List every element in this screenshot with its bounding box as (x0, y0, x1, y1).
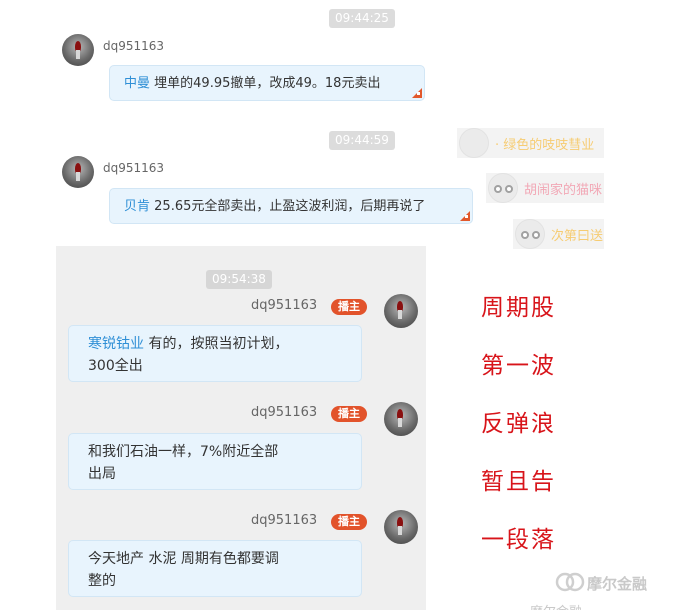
watermark-logo (555, 572, 585, 596)
side-user-name: 胡闹家的猫咪 (524, 183, 603, 198)
watermark-text: 摩尔金融 (587, 575, 648, 593)
side-user-item[interactable]: 胡闹家的猫咪 (486, 173, 604, 203)
stock-mention-link[interactable]: 贝肯 (124, 199, 150, 214)
username[interactable]: dq951163 (103, 161, 164, 175)
avatar[interactable] (384, 510, 418, 544)
chat-panel: 09:54:38 dq951163 播主 寒锐钴业 有的，按照当初计划， 300… (56, 246, 426, 610)
message-bubble: 和我们石油一样，7%附近全部 出局 (68, 433, 362, 490)
avatar[interactable] (62, 34, 94, 66)
username[interactable]: dq951163 (103, 39, 164, 53)
message-bubble: 贝肯 25.65元全部卖出，止盈这波利润，后期再说了 (109, 188, 473, 224)
user-avatar-icon (459, 128, 489, 158)
message-bubble: 今天地产 水泥 周期有色都要调 整的 (68, 540, 362, 597)
timestamp: 09:54:38 (206, 270, 272, 289)
annotation-line: 暂且告 (481, 469, 556, 495)
timestamp: 09:44:59 (329, 131, 395, 150)
message-bubble: 中曼 埋单的49.95撤单，改成49。18元卖出 (109, 65, 425, 101)
brand-logo-icon (555, 572, 585, 592)
username[interactable]: dq951163 (251, 405, 317, 420)
host-badge: 播主 (331, 406, 367, 422)
owl-avatar-icon (488, 173, 518, 203)
stock-mention-link[interactable]: 寒锐钴业 (88, 336, 144, 352)
message-text: 300全出 (88, 358, 143, 374)
message-text: 今天地产 水泥 周期有色都要调 (88, 551, 279, 567)
message-text: 埋单的49.95撤单，改成49。18元卖出 (150, 76, 381, 91)
avatar[interactable] (384, 294, 418, 328)
username[interactable]: dq951163 (251, 298, 317, 313)
annotation-line: 第一波 (481, 353, 556, 379)
message-bubble: 寒锐钴业 有的，按照当初计划， 300全出 (68, 325, 362, 382)
username[interactable]: dq951163 (251, 513, 317, 528)
side-user-item[interactable]: · 绿色的吱吱彗业 (457, 128, 604, 158)
message-text: 25.65元全部卖出，止盈这波利润，后期再说了 (150, 199, 426, 214)
host-badge: 播主 (331, 514, 367, 530)
annotation-line: 周期股 (481, 295, 556, 321)
stock-mention-link[interactable]: 中曼 (124, 76, 150, 91)
side-user-name: · 绿色的吱吱彗业 (495, 138, 595, 153)
annotation-line: 一段落 (481, 527, 556, 553)
watermark-text: 摩尔金融 (530, 601, 582, 610)
host-badge: 播主 (331, 299, 367, 315)
timestamp: 09:44:25 (329, 9, 395, 28)
owl-avatar-icon (515, 219, 545, 249)
message-text: 有的，按照当初计划， (144, 336, 289, 352)
side-user-item[interactable]: 次第曰送 (513, 219, 604, 249)
message-text: 出局 (88, 466, 116, 482)
corner-flag-icon (460, 211, 470, 221)
message-text: 和我们石油一样，7%附近全部 (88, 444, 279, 460)
corner-flag-icon (412, 88, 422, 98)
avatar[interactable] (62, 156, 94, 188)
avatar[interactable] (384, 402, 418, 436)
watermark-logo (500, 602, 524, 610)
side-user-name: 次第曰送 (551, 229, 604, 244)
message-text: 整的 (88, 573, 116, 589)
annotation-line: 反弹浪 (481, 411, 556, 437)
